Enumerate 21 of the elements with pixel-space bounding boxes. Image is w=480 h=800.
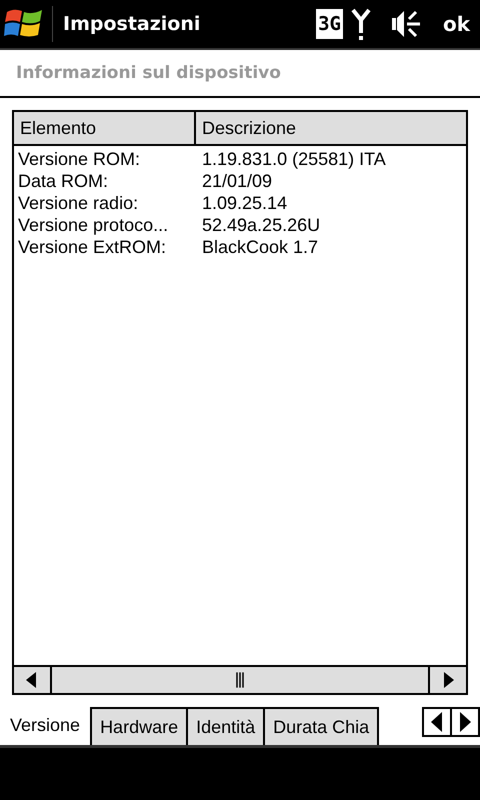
column-header[interactable]: Elemento [14,112,196,144]
table-cell-text: 1.09.25.14 [201,192,288,214]
table-cell-text: 1.19.831.0 (25581) ITA [201,148,387,170]
window-title: Impostazioni [63,13,200,35]
table-cell-text: Data ROM: [17,170,110,192]
ok-button[interactable]: ok [438,12,474,36]
tab[interactable]: Hardware [90,707,188,745]
tab[interactable]: Durata Chia [265,707,380,745]
horizontal-scrollbar[interactable] [14,665,466,693]
table-cell-text: Versione ROM: [17,148,142,170]
antenna-icon[interactable] [350,7,371,41]
page-heading: Informazioni sul dispositivo [0,50,480,98]
table-cell-text: 52.49a.25.26U [201,214,322,236]
table-cell-text: Versione radio: [17,192,140,214]
network-type-indicator[interactable]: 3G [316,9,343,39]
column-header[interactable]: Descrizione [196,112,466,144]
table-cell-text: Versione ExtROM: [17,236,168,258]
tab[interactable]: Identità [188,707,266,745]
table-cell-text: BlackCook 1.7 [201,236,320,258]
table-cell-text: 21/01/09 [201,170,274,192]
table-cell-text: Versione protoco... [17,214,170,236]
